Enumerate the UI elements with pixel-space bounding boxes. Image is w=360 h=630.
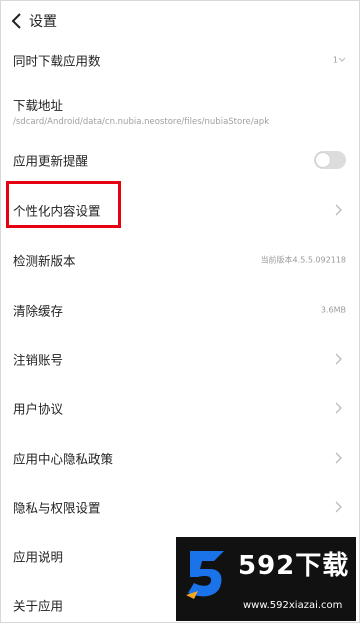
watermark-url: www.592xiazai.com — [243, 600, 343, 611]
toggle-knob — [316, 153, 330, 167]
row-label: 注销账号 — [13, 352, 64, 368]
row-label: 清除缓存 — [13, 303, 64, 319]
chevron-down-icon — [338, 57, 346, 62]
settings-row-clear-cache[interactable]: 清除缓存 3.6MB — [0, 285, 360, 335]
settings-row-user-agreement[interactable]: 用户协议 — [0, 383, 360, 433]
row-label: 应用说明 — [13, 549, 64, 565]
back-arrow-icon[interactable] — [10, 10, 24, 32]
settings-row-download-path[interactable]: 下载地址 /sdcard/Android/data/cn.nubia.neost… — [0, 85, 360, 137]
row-label: 应用中心隐私政策 — [13, 451, 114, 467]
settings-row-update-reminder: 应用更新提醒 — [0, 135, 360, 185]
settings-row-concurrent-downloads[interactable]: 同时下载应用数 1 — [0, 35, 360, 85]
settings-row-privacy-policy[interactable]: 应用中心隐私政策 — [0, 433, 360, 483]
row-label: 下载地址 — [13, 98, 64, 113]
row-label: 用户协议 — [13, 401, 64, 417]
row-label: 检测新版本 — [13, 253, 76, 269]
settings-row-delete-account[interactable]: 注销账号 — [0, 334, 360, 384]
chevron-right-icon — [335, 501, 342, 513]
chevron-right-icon — [335, 204, 342, 216]
row-value: 3.6MB — [320, 305, 346, 315]
download-path-text: /sdcard/Android/data/cn.nubia.neostore/f… — [13, 117, 270, 127]
watermark-brand: 592下载 — [238, 551, 350, 581]
chevron-right-icon — [335, 402, 342, 414]
row-label: 隐私与权限设置 — [13, 500, 101, 516]
watermark: 592下载 www.592xiazai.com — [176, 537, 356, 621]
update-reminder-toggle[interactable] — [314, 151, 346, 169]
page-title: 设置 — [29, 14, 57, 30]
chevron-right-icon — [335, 353, 342, 365]
brand-logo-icon — [186, 551, 224, 599]
row-label: 关于应用 — [13, 598, 64, 614]
row-label: 同时下载应用数 — [13, 53, 101, 69]
chevron-right-icon — [335, 452, 342, 464]
row-value: 当前版本4.5.5.092118 — [260, 255, 346, 265]
settings-row-check-version[interactable]: 检测新版本 当前版本4.5.5.092118 — [0, 235, 360, 285]
settings-row-privacy-permissions[interactable]: 隐私与权限设置 — [0, 482, 360, 532]
row-label: 应用更新提醒 — [13, 153, 89, 169]
highlight-box — [6, 181, 121, 228]
